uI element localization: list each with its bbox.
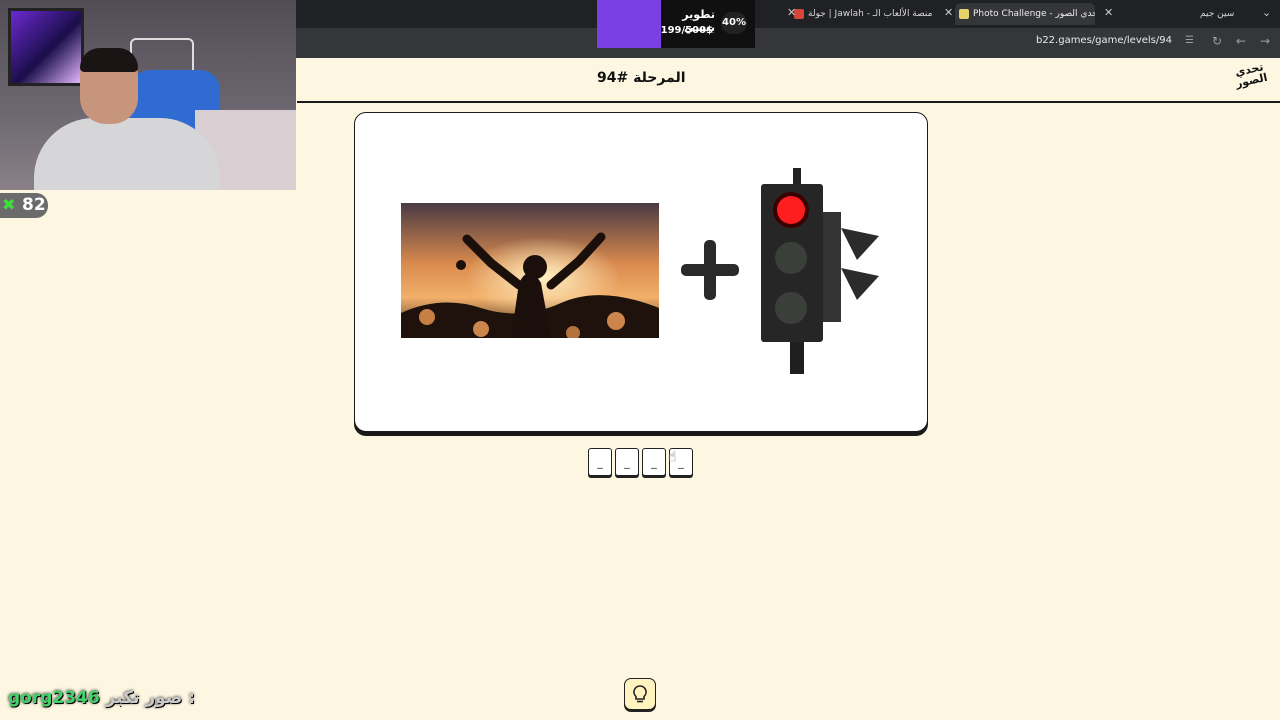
counter-icon: ✖	[2, 195, 16, 214]
answer-slot[interactable]: _	[642, 448, 666, 476]
close-tab-icon[interactable]: ✕	[787, 6, 796, 19]
tab-photo-challenge[interactable]: Photo Challenge - تحدي الصور	[955, 3, 1095, 25]
site-settings-icon[interactable]: ☰	[1185, 35, 1194, 46]
answer-slot[interactable]: _	[588, 448, 612, 476]
streamer	[34, 118, 220, 190]
hint-button[interactable]	[624, 678, 656, 710]
webcam-feed	[0, 0, 296, 190]
back-arrow-icon[interactable]: ←	[1236, 34, 1246, 48]
viewer-counter: ✖ 82	[0, 193, 48, 218]
viewer-chat-message: gorg2346 صور تكبر :	[8, 688, 195, 708]
forward-arrow-icon[interactable]: →	[1260, 34, 1270, 48]
level-title: المرحلة #94	[597, 70, 686, 86]
close-tab-icon[interactable]: ✕	[1104, 6, 1113, 19]
close-tab-icon[interactable]: ✕	[944, 6, 953, 19]
address-bar[interactable]: b22.games/game/levels/94	[1036, 35, 1172, 46]
tab-jawlah[interactable]: جولة | Jawlah - منصة الألعاب الـ	[790, 3, 950, 25]
mouse-cursor-icon: ☝	[668, 449, 677, 465]
viewer-username: gorg2346	[8, 688, 100, 708]
answer-slot[interactable]: _	[615, 448, 639, 476]
reload-icon[interactable]: ↻	[1212, 34, 1222, 48]
celebrating-crowd-image	[401, 203, 659, 338]
site-header	[297, 58, 1280, 103]
traffic-light-image	[757, 168, 881, 374]
plus-icon	[681, 240, 739, 300]
stream-goal-widget: تطوير بيسي 199/500$ 40%	[661, 0, 755, 48]
viewer-message-text: صور تكبر :	[105, 688, 195, 708]
tab-list-chevron-icon[interactable]: ⌄	[1262, 6, 1271, 19]
tab-seen-jeem[interactable]: سين جيم	[1200, 3, 1260, 25]
favicon-icon	[959, 8, 969, 19]
counter-value: 82	[22, 195, 46, 215]
goal-percent: 40%	[721, 12, 747, 34]
goal-amount: 199/500$	[660, 25, 713, 36]
lightbulb-icon	[633, 685, 647, 703]
monitor-in-background	[8, 8, 84, 86]
goal-progress-fill	[597, 0, 661, 48]
